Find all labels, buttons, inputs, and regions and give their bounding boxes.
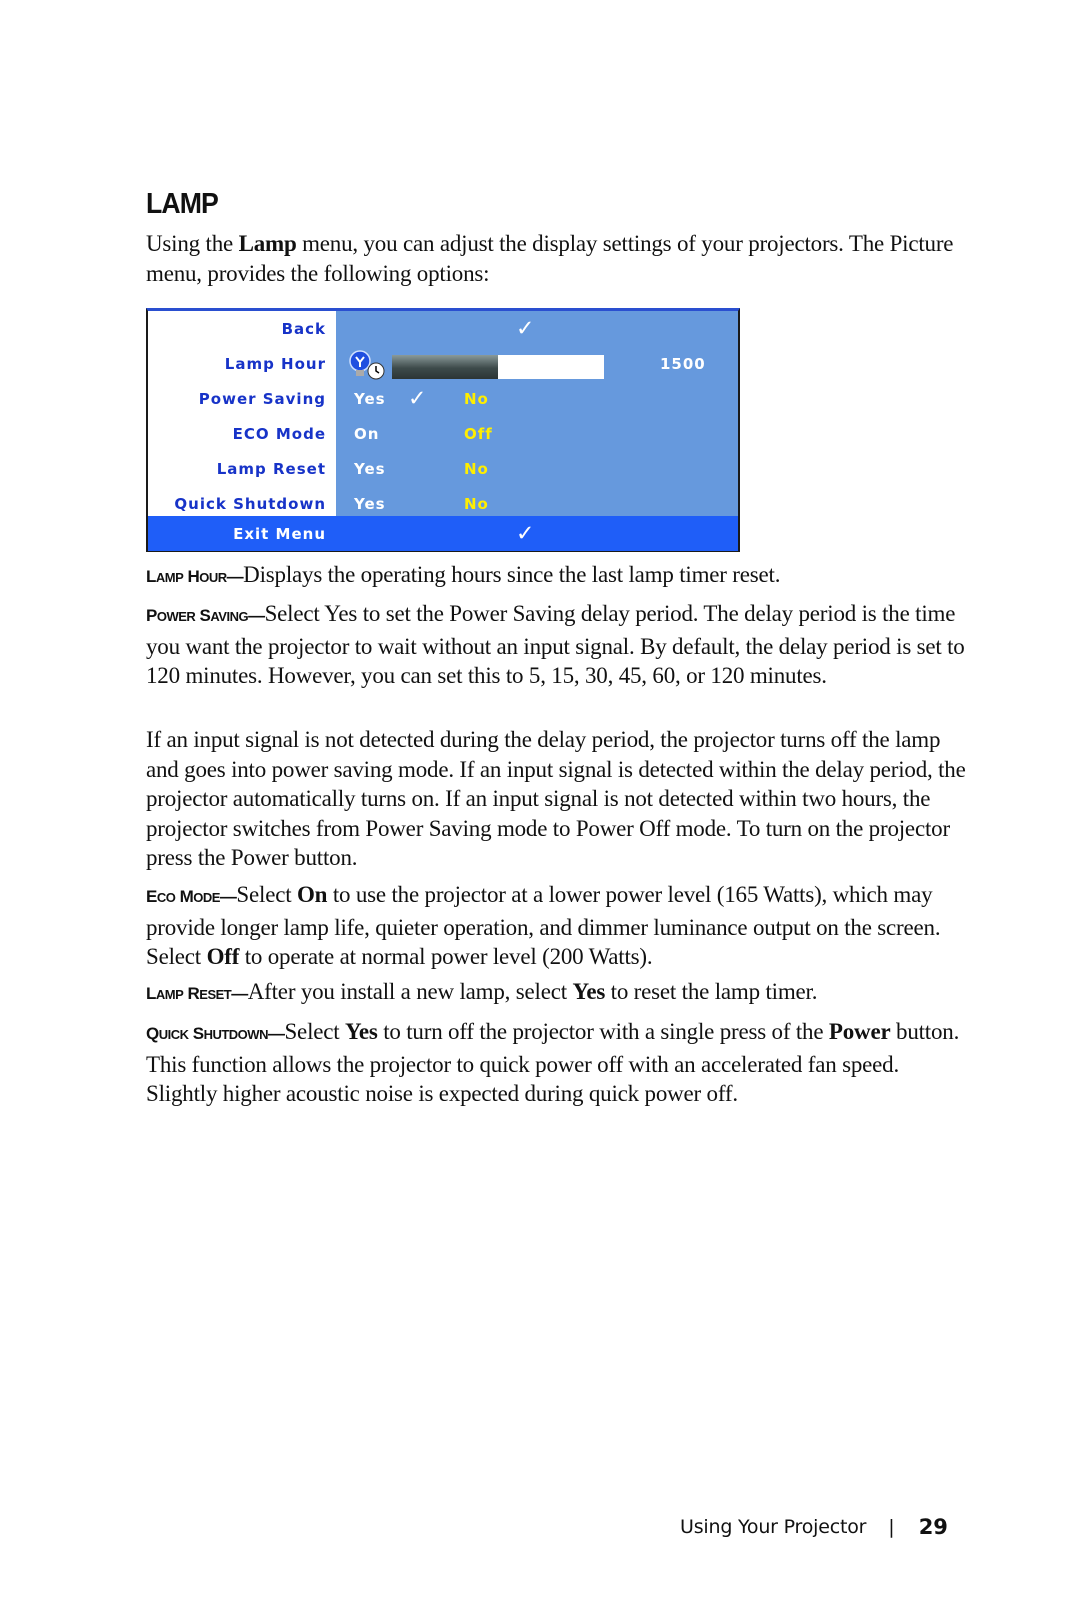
term-part: L: [146, 567, 156, 586]
lamp-hour-value: 1500: [660, 354, 706, 373]
option-no[interactable]: No: [464, 460, 489, 478]
check-icon: ✓: [408, 386, 427, 411]
check-icon: ✓: [516, 521, 535, 546]
osd-row-exit-menu[interactable]: Exit Menu ✓: [148, 516, 738, 551]
desc-eco-mode: ECO MODE—Select On to use the projector …: [146, 880, 966, 972]
lamp-hour-progress-bar: [392, 355, 604, 379]
term-label: POWER SAVING—: [146, 606, 265, 625]
term-part: AVING: [210, 609, 249, 624]
osd-row-eco-mode[interactable]: ECO Mode On Off: [148, 416, 738, 451]
term-part: —: [219, 887, 237, 906]
term-part: AMP: [155, 987, 184, 1002]
paragraph-text: If an input signal is not detected durin…: [146, 727, 966, 870]
term-part: HUTDOWN: [203, 1027, 269, 1042]
osd-label-power-saving[interactable]: Power Saving: [148, 381, 336, 416]
term-part: S: [188, 1024, 204, 1043]
desc-power-saving: POWER SAVING—Select Yes to set the Power…: [146, 599, 966, 691]
term-part: E: [146, 887, 157, 906]
term-part: L: [146, 984, 156, 1003]
term-part: M: [175, 887, 194, 906]
lamp-hour-progress-fill: [392, 355, 498, 379]
desc-quick-shutdown: QUICK SHUTDOWN—Select Yes to turn off th…: [146, 1017, 966, 1109]
lamp-osd-menu: Back ✓ Lamp Hour 1500 Power Saving Yes ✓: [146, 308, 740, 552]
desc-power-saving-detail: If an input signal is not detected durin…: [146, 725, 966, 873]
term-part: UICK: [158, 1027, 189, 1042]
osd-row-lamp-reset[interactable]: Lamp Reset Yes No: [148, 451, 738, 486]
osd-label-lamp-reset[interactable]: Lamp Reset: [148, 451, 336, 486]
description-text: Displays the operating hours since the l…: [243, 562, 781, 587]
check-icon: ✓: [516, 316, 535, 341]
description-text: Select: [284, 1019, 346, 1044]
section-heading: LAMP: [146, 188, 219, 220]
term-label: LAMP RESET—: [146, 984, 248, 1003]
osd-label-exit-menu[interactable]: Exit Menu: [148, 516, 336, 551]
term-part: H: [183, 567, 200, 586]
term-part: S: [195, 606, 211, 625]
term-part: OUR: [199, 570, 227, 585]
osd-row-back[interactable]: Back ✓: [148, 311, 738, 346]
lamp-hour-progress-empty: [498, 355, 604, 379]
bold-keyword: Yes: [572, 979, 606, 1004]
lamp-clock-icon: [349, 350, 385, 380]
osd-row-lamp-hour[interactable]: Lamp Hour 1500: [148, 346, 738, 381]
intro-bold-lamp: Lamp: [238, 231, 297, 256]
desc-lamp-reset: LAMP RESET—After you install a new lamp,…: [146, 977, 966, 1010]
term-label: ECO MODE—: [146, 887, 237, 906]
term-part: P: [146, 606, 157, 625]
term-part: CO: [156, 890, 176, 905]
term-part: ESET: [199, 987, 232, 1002]
bold-keyword: Off: [206, 944, 240, 969]
term-part: —: [267, 1024, 285, 1043]
term-part: R: [183, 984, 200, 1003]
intro-text: Using the: [146, 231, 239, 256]
option-yes[interactable]: Yes: [354, 460, 386, 478]
bold-keyword: On: [296, 882, 328, 907]
term-part: ODE: [193, 890, 220, 905]
page-number: 29: [918, 1515, 948, 1539]
term-part: AMP: [155, 570, 184, 585]
term-part: —: [226, 567, 244, 586]
osd-label-back[interactable]: Back: [148, 311, 336, 346]
option-off[interactable]: Off: [464, 425, 493, 443]
term-part: —: [231, 984, 248, 1003]
page-footer: Using Your Projector | 29: [680, 1515, 970, 1539]
osd-label-lamp-hour[interactable]: Lamp Hour: [148, 346, 336, 381]
option-yes[interactable]: Yes: [354, 390, 386, 408]
description-text: After you install a new lamp, select: [247, 979, 573, 1004]
term-label: QUICK SHUTDOWN—: [146, 1024, 285, 1043]
intro-paragraph: Using the Lamp menu, you can adjust the …: [146, 229, 966, 288]
option-no[interactable]: No: [464, 495, 489, 513]
bold-keyword: Power: [828, 1019, 891, 1044]
option-yes[interactable]: Yes: [354, 495, 386, 513]
footer-chapter-title: Using Your Projector: [680, 1516, 867, 1538]
osd-label-eco-mode[interactable]: ECO Mode: [148, 416, 336, 451]
option-on[interactable]: On: [354, 425, 379, 443]
term-part: —: [248, 606, 265, 625]
osd-row-power-saving[interactable]: Power Saving Yes ✓ No: [148, 381, 738, 416]
description-text: Select Yes to set the Power Saving delay…: [146, 601, 965, 688]
description-text: to turn off the projector with a single …: [377, 1019, 829, 1044]
desc-lamp-hour: LAMP HOUR—Displays the operating hours s…: [146, 560, 966, 593]
footer-separator: |: [888, 1516, 895, 1538]
description-text: Select: [236, 882, 297, 907]
description-text: to operate at normal power level (200 Wa…: [239, 944, 653, 969]
option-no[interactable]: No: [464, 390, 489, 408]
bold-keyword: Yes: [345, 1019, 378, 1044]
term-part: Q: [146, 1024, 159, 1043]
description-text: to reset the lamp timer.: [605, 979, 818, 1004]
term-label: LAMP HOUR—: [146, 567, 244, 586]
term-part: OWER: [156, 609, 196, 624]
